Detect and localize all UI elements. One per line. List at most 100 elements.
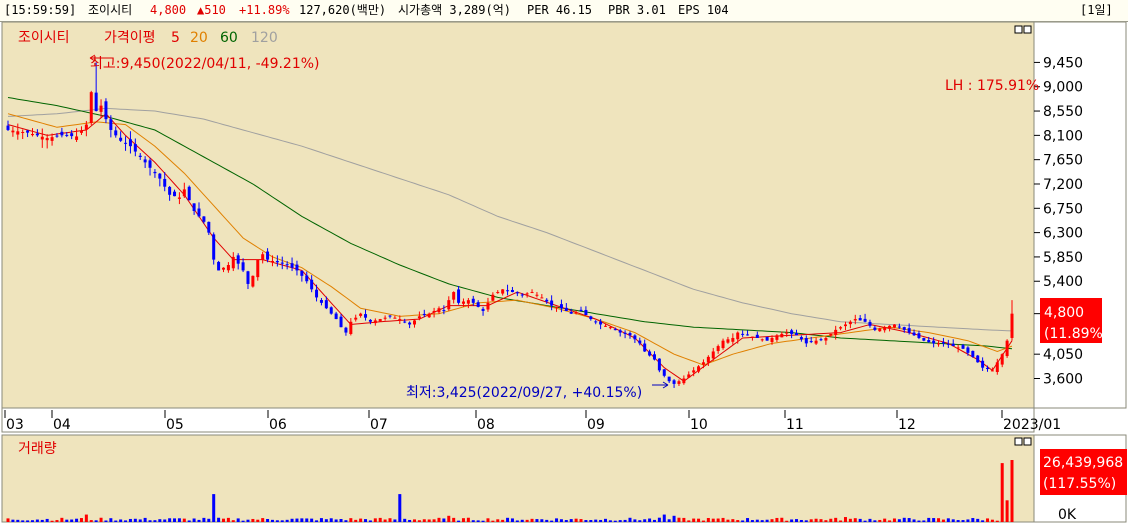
candle-body <box>270 260 274 263</box>
volume-bar <box>461 518 465 522</box>
volume-bar <box>285 519 289 522</box>
period-selector[interactable]: [1일] <box>1080 0 1113 21</box>
candle-body <box>1005 340 1009 357</box>
volume-bar <box>21 520 25 522</box>
candle-body <box>687 374 691 378</box>
price-tick-label: 7,200 <box>1043 177 1083 193</box>
volume-bar <box>711 518 715 522</box>
price-tick-label: 9,450 <box>1043 55 1083 71</box>
candle-body <box>824 337 828 341</box>
volume-bar <box>883 518 887 522</box>
candle-body <box>917 333 921 338</box>
candle-body <box>491 294 495 301</box>
volume-bar <box>799 519 803 522</box>
stock-chart: 9,450 9,000 8,550 8,100 7,650 7,200 6,750 6,300… <box>1 22 1127 523</box>
volume-bar <box>888 520 892 522</box>
header-change: ▲510 <box>197 3 226 17</box>
header-pbr: PBR 3.01 <box>608 3 666 17</box>
volume-bar <box>329 518 333 522</box>
volume-bar <box>197 519 201 522</box>
volume-bar <box>946 518 950 522</box>
candle-body <box>1010 313 1014 338</box>
date-tick-label: 11 <box>786 417 804 433</box>
volume-bar <box>760 520 764 522</box>
volume-bar <box>843 517 847 522</box>
candle-body <box>902 327 906 330</box>
candle-body <box>119 137 123 141</box>
volume-bar <box>584 520 588 522</box>
candle-body <box>701 362 705 365</box>
candle-body <box>290 263 294 268</box>
price-tick-label: 6,300 <box>1043 226 1083 242</box>
volume-bar <box>99 517 103 522</box>
volume-bar <box>398 494 402 522</box>
volume-bar <box>65 519 69 522</box>
volume-bar <box>697 518 701 522</box>
volume-bar <box>182 518 186 522</box>
candle-body <box>555 306 559 308</box>
candle-body <box>30 134 34 136</box>
volume-bar <box>6 518 10 522</box>
volume-bar <box>119 519 123 522</box>
volume-bar <box>902 517 906 522</box>
volume-bar <box>354 519 358 522</box>
volume-bar <box>878 519 882 522</box>
current-price-label: 4,800 <box>1044 305 1084 321</box>
candle-body <box>207 221 211 233</box>
volume-bar <box>452 517 456 522</box>
candle-body <box>946 343 950 345</box>
candle-body <box>579 309 583 311</box>
candle-body <box>540 297 544 299</box>
volume-bar <box>60 517 64 522</box>
date-tick-label: 03 <box>6 417 24 433</box>
volume-bar <box>956 520 960 522</box>
volume-bar <box>795 519 799 522</box>
candle-body <box>888 325 892 328</box>
volume-bar <box>442 518 446 522</box>
volume-bar <box>30 520 34 522</box>
candle-body <box>60 131 64 136</box>
volume-bar <box>359 518 363 522</box>
candle-body <box>217 261 221 271</box>
date-tick-label: 12 <box>898 417 916 433</box>
candle-body <box>221 267 225 270</box>
volume-bar <box>804 520 808 522</box>
candle-body <box>971 350 975 357</box>
candle-body <box>750 336 754 338</box>
volume-bar <box>672 515 676 522</box>
volume-bar <box>535 519 539 522</box>
candle-body <box>378 319 382 322</box>
volume-bar <box>819 519 823 522</box>
price-tick-label: 8,100 <box>1043 128 1083 144</box>
candle-body <box>349 321 353 334</box>
volume-bar <box>863 520 867 522</box>
candle-body <box>932 340 936 344</box>
candle-body <box>755 334 759 338</box>
volume-bar <box>927 517 931 522</box>
candle-body <box>408 322 412 325</box>
candle-body <box>804 338 808 344</box>
volume-bar <box>755 519 759 522</box>
volume-bar <box>897 519 901 522</box>
candle-body <box>858 318 862 321</box>
candle-body <box>677 381 681 384</box>
volume-bar <box>829 518 833 522</box>
volume-bar <box>986 518 990 522</box>
date-tick-label: 10 <box>690 417 708 433</box>
current-volume-pct: (117.55%) <box>1043 476 1116 492</box>
candle-body <box>65 134 69 136</box>
candle-body <box>329 307 333 314</box>
candle-body <box>986 367 990 370</box>
volume-bar <box>496 519 500 522</box>
volume-bar <box>290 518 294 522</box>
candle-body <box>731 337 735 342</box>
volume-bar <box>300 518 304 522</box>
volume-bar <box>251 518 255 522</box>
volume-bar <box>1005 500 1009 522</box>
candle-body <box>716 346 720 352</box>
candle-body <box>726 339 730 343</box>
volume-bar <box>70 519 74 522</box>
candle-body <box>75 136 79 140</box>
candle-body <box>481 308 485 311</box>
volume-bar <box>202 517 206 522</box>
